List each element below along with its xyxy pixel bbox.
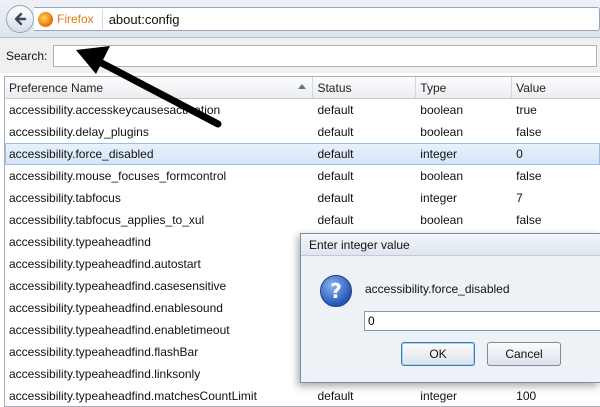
column-header-label: Status [317,80,352,95]
type-cell: boolean [420,103,464,117]
value-cell: 0 [516,147,523,161]
integer-value-input[interactable] [364,311,600,331]
address-bar[interactable]: Firefox about:config [34,7,600,31]
preference-name-cell: accessibility.force_disabled [9,147,154,161]
value-cell: false [516,169,542,183]
enter-integer-dialog: Enter integer value ? accessibility.forc… [300,233,600,383]
firefox-logo-icon [38,11,53,27]
preference-name-cell: accessibility.typeaheadfind.linksonly [9,367,201,381]
sort-ascending-icon [298,84,307,89]
cancel-button[interactable]: Cancel [487,342,561,366]
table-row-selected[interactable]: accessibility.force_disabled default int… [5,143,600,165]
dialog-title: Enter integer value [301,234,600,256]
column-header-type[interactable]: Type [416,77,513,98]
back-button[interactable] [6,5,34,33]
search-input[interactable] [53,44,598,67]
status-cell: default [317,191,354,205]
back-arrow-icon [14,12,27,26]
preference-name-cell: accessibility.typeaheadfind.casesensitiv… [9,279,227,293]
type-cell: boolean [420,169,464,183]
column-header-label: Preference Name [9,80,104,95]
type-cell: boolean [420,213,464,227]
value-cell: true [516,103,537,117]
value-cell: 100 [516,389,537,403]
preference-name-cell: accessibility.typeaheadfind [9,235,151,249]
table-header: Preference Name Status Type Value [5,77,600,99]
status-cell: default [317,169,354,183]
value-cell: false [516,125,542,139]
column-header-status[interactable]: Status [313,77,417,98]
column-header-value[interactable]: Value [512,77,600,98]
table-row[interactable]: accessibility.typeaheadfind.matchesCount… [5,385,600,406]
preference-name-cell: accessibility.mouse_focuses_formcontrol [9,169,227,183]
value-cell: false [516,213,542,227]
search-label: Search: [6,48,48,63]
type-cell: integer [420,191,457,205]
status-cell: default [317,125,354,139]
url-text[interactable]: about:config [109,12,180,27]
table-row[interactable]: accessibility.delay_plugins default bool… [5,121,600,143]
table-row[interactable]: accessibility.accesskeycausesactivation … [5,99,600,121]
preference-name-cell: accessibility.delay_plugins [9,125,149,139]
column-header-preference-name[interactable]: Preference Name [5,77,314,98]
preference-name-cell: accessibility.typeaheadfind.autostart [9,257,201,271]
preference-name-cell: accessibility.tabfocus_applies_to_xul [9,213,205,227]
dialog-message: accessibility.force_disabled [365,282,510,296]
type-cell: boolean [420,125,464,139]
preference-name-cell: accessibility.typeaheadfind.flashBar [9,345,199,359]
preference-name-cell: accessibility.accesskeycausesactivation [9,103,221,117]
table-row[interactable]: accessibility.tabfocus default integer 7 [5,187,600,209]
type-cell: integer [420,147,457,161]
identity-label: Firefox [57,12,94,26]
table-row[interactable]: accessibility.tabfocus_applies_to_xul de… [5,209,600,231]
question-icon: ? [320,275,352,307]
status-cell: default [317,103,354,117]
value-cell: 7 [516,191,523,205]
site-identity-button[interactable]: Firefox [34,9,103,29]
preference-name-cell: accessibility.typeaheadfind.enablesound [9,301,223,315]
table-row[interactable]: accessibility.mouse_focuses_formcontrol … [5,165,600,187]
column-header-label: Type [420,80,447,95]
ok-button[interactable]: OK [401,342,475,366]
search-bar: Search: [0,38,600,73]
status-cell: default [317,213,354,227]
status-cell: default [317,147,354,161]
preference-name-cell: accessibility.typeaheadfind.enabletimeou… [9,323,230,337]
preference-name-cell: accessibility.tabfocus [9,191,121,205]
navigation-toolbar: Firefox about:config [0,0,600,38]
preference-name-cell: accessibility.typeaheadfind.matchesCount… [9,389,257,403]
type-cell: integer [420,389,457,403]
column-header-label: Value [516,80,546,95]
status-cell: default [317,389,354,403]
